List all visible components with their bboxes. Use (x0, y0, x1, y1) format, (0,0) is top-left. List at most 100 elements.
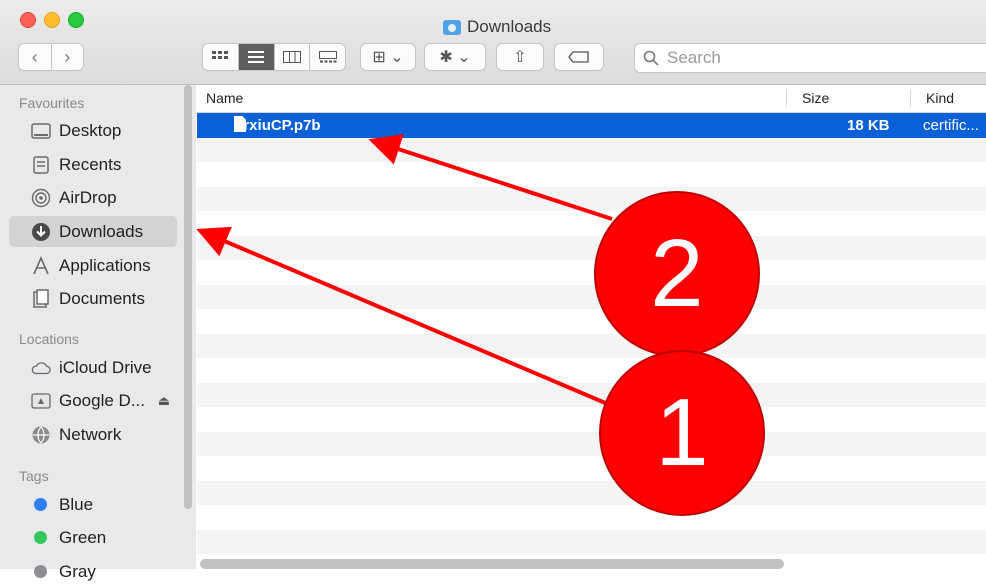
sidebar-item-tag-green[interactable]: Green (9, 522, 177, 553)
empty-row (197, 284, 986, 309)
file-row[interactable]: arxiuCP.p7b 18 KB certific... (197, 113, 986, 138)
close-window-button[interactable] (20, 12, 36, 28)
sidebar-item-network[interactable]: Network (9, 419, 177, 450)
sidebar-item-downloads[interactable]: Downloads (9, 216, 177, 247)
forward-button[interactable]: › (52, 44, 84, 70)
sidebar-item-google-drive[interactable]: Google D... ⏏ (9, 385, 177, 416)
file-list: arxiuCP.p7b 18 KB certific... (197, 113, 986, 559)
empty-row (197, 211, 986, 236)
list-header: Name Size Kind (197, 85, 986, 113)
action-menu-button[interactable]: ✱ ⌄ (424, 43, 486, 71)
list-view-button[interactable] (238, 44, 275, 70)
view-mode-selector (202, 43, 346, 71)
sidebar-item-label: Gray (59, 561, 96, 581)
drive-icon (31, 392, 51, 410)
sidebar-scrollbar[interactable] (184, 85, 192, 509)
downloads-folder-icon (443, 19, 461, 35)
icon-view-icon (212, 51, 229, 59)
tags-heading: Tags (19, 468, 49, 484)
sidebar-item-desktop[interactable]: Desktop (9, 115, 177, 146)
locations-heading: Locations (19, 331, 79, 347)
column-view-button[interactable] (275, 44, 311, 70)
gallery-view-button[interactable] (310, 44, 345, 70)
empty-row (197, 162, 986, 187)
zoom-window-button[interactable] (68, 12, 84, 28)
window-title: Downloads (443, 16, 551, 38)
gallery-view-icon (318, 51, 337, 63)
sidebar-item-label: Documents (59, 288, 145, 308)
cloud-icon (31, 359, 51, 377)
gray-tag-dot-icon (34, 565, 47, 578)
network-icon (31, 426, 51, 444)
sidebar-item-label: Blue (59, 494, 94, 514)
group-by-icon: ⊞ ⌄ (372, 49, 404, 66)
column-divider[interactable] (786, 89, 787, 107)
sidebar-item-label: Applications (59, 255, 151, 275)
column-view-icon (282, 51, 301, 63)
blue-tag-dot-icon (34, 498, 47, 511)
sidebar-item-label: Desktop (59, 120, 122, 140)
column-divider[interactable] (910, 89, 911, 107)
finder-window: Downloads ‹ › ⊞ ⌄ ✱ ⌄ ⇧ Search Favourite… (0, 0, 986, 581)
empty-row (197, 529, 986, 554)
empty-row (197, 309, 986, 334)
sidebar-item-airdrop[interactable]: AirDrop (9, 182, 177, 213)
list-view-icon (248, 51, 265, 63)
group-by-button[interactable]: ⊞ ⌄ (360, 43, 416, 71)
column-header-size[interactable]: Size (802, 90, 829, 106)
applications-icon (31, 255, 51, 275)
share-icon: ⇧ (513, 49, 527, 66)
sidebar-item-tag-gray[interactable]: Gray (9, 556, 177, 587)
sidebar-item-applications[interactable]: Applications (9, 250, 177, 281)
empty-row (197, 186, 986, 211)
empty-row (197, 260, 986, 285)
minimize-window-button[interactable] (44, 12, 60, 28)
window-title-text: Downloads (467, 17, 552, 36)
search-field[interactable] (634, 43, 986, 73)
green-tag-dot-icon (34, 531, 47, 544)
annotation-badge-1: 1 (599, 350, 765, 516)
empty-row (197, 137, 986, 162)
sidebar-item-icloud-drive[interactable]: iCloud Drive (9, 352, 177, 383)
downloads-icon (31, 222, 51, 241)
back-button[interactable]: ‹ (19, 44, 52, 70)
airdrop-icon (31, 188, 51, 207)
tag-icon (568, 51, 589, 63)
sidebar-item-label: iCloud Drive (59, 357, 152, 377)
desktop-icon (31, 122, 51, 140)
sidebar-item-tag-blue[interactable]: Blue (9, 489, 177, 520)
empty-row (197, 431, 986, 456)
empty-row (197, 407, 986, 432)
icon-view-button[interactable] (203, 44, 239, 70)
share-button[interactable]: ⇧ (496, 43, 544, 71)
search-input[interactable] (665, 47, 969, 69)
column-header-name[interactable]: Name (206, 90, 243, 106)
empty-row (197, 358, 986, 383)
recents-icon (31, 155, 51, 174)
sidebar-item-label: AirDrop (59, 187, 117, 207)
horizontal-scrollbar[interactable] (200, 559, 784, 569)
empty-row (197, 235, 986, 260)
gear-icon: ✱ ⌄ (439, 49, 471, 66)
navigation-buttons: ‹ › (18, 43, 84, 71)
annotation-badge-2: 2 (594, 191, 760, 357)
column-header-kind[interactable]: Kind (926, 90, 954, 106)
toolbar: Downloads ‹ › ⊞ ⌄ ✱ ⌄ ⇧ (0, 0, 986, 85)
sidebar-item-label: Green (59, 527, 107, 547)
empty-row (197, 480, 986, 505)
sidebar-item-documents[interactable]: Documents (9, 283, 177, 314)
file-name: arxiuCP.p7b (235, 117, 321, 134)
sidebar-item-label: Recents (59, 154, 122, 174)
edit-tags-button[interactable] (554, 43, 604, 71)
search-icon (643, 50, 659, 66)
sidebar-item-label: Google D... (59, 390, 145, 410)
sidebar-item-recents[interactable]: Recents (9, 149, 177, 180)
eject-icon[interactable]: ⏏ (158, 393, 170, 409)
empty-row (197, 333, 986, 358)
favourites-heading: Favourites (19, 95, 85, 111)
empty-row (197, 382, 986, 407)
empty-row (197, 456, 986, 481)
sidebar-item-label: Network (59, 424, 122, 444)
file-kind: certific... (923, 117, 979, 134)
sidebar: Favourites Desktop Recents AirDrop Downl… (0, 85, 196, 581)
